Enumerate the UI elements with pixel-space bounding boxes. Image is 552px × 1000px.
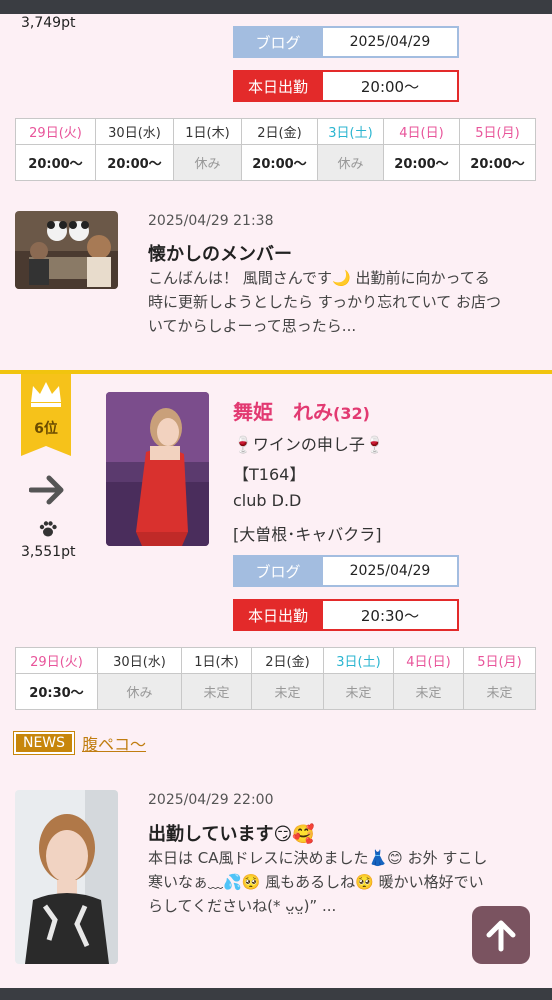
- cast-club: club D.D: [233, 491, 302, 510]
- schedule-day: 29日(火): [15, 118, 96, 145]
- card-divider: [0, 370, 552, 374]
- schedule-time: 20:00〜: [241, 144, 318, 181]
- photo-image: [15, 211, 118, 289]
- cast-photo[interactable]: [106, 392, 209, 546]
- schedule-day: 5日(月): [463, 647, 536, 674]
- blog-pill[interactable]: ブログ 2025/04/29: [233, 555, 459, 587]
- cast-name[interactable]: 舞姫 れみ(32): [233, 396, 370, 425]
- arrow-right-icon: [29, 475, 64, 505]
- paw-icon: [39, 521, 57, 537]
- points-value: 3,749pt: [21, 15, 76, 31]
- cast-age: (32): [333, 404, 370, 423]
- post-title[interactable]: 懐かしのメンバー: [148, 240, 292, 266]
- schedule-time: 休み: [173, 144, 242, 181]
- weekly-schedule: 29日(火) 30日(水) 1日(木) 2日(金) 3日(土) 4日(日) 5日…: [15, 647, 536, 710]
- schedule-day: 5日(月): [459, 118, 536, 145]
- schedule-time: 休み: [317, 144, 384, 181]
- schedule-day: 29日(火): [15, 647, 98, 674]
- post-excerpt-line: こんばんは！ 風間さんです🌙 出勤前に向かってる: [148, 269, 490, 287]
- photo-image: [106, 392, 209, 546]
- cast-name-text: 舞姫 れみ: [233, 400, 333, 424]
- post-excerpt-line: 時に更新しようとしたら すっかり忘れていて お店つ: [148, 293, 502, 311]
- schedule-day: 2日(金): [241, 118, 318, 145]
- arrow-up-icon: [486, 920, 516, 952]
- schedule-time: 未定: [251, 673, 324, 710]
- post-excerpt-line: 寒いなぁ﹏💦🥺 風もあるしね🥺 暖かい格好でい: [148, 873, 484, 891]
- post-date: 2025/04/29 21:38: [148, 213, 274, 229]
- work-today-time: 20:30〜: [323, 599, 459, 631]
- schedule-day: 4日(日): [383, 118, 460, 145]
- schedule-day: 3日(土): [317, 118, 384, 145]
- weekly-schedule: 29日(火) 30日(水) 1日(木) 2日(金) 3日(土) 4日(日) 5日…: [15, 118, 536, 181]
- post-excerpt: こんばんは！ 風間さんです🌙 出勤前に向かってる 時に更新しようとしたら すっか…: [148, 266, 543, 338]
- schedule-day: 4日(日): [393, 647, 464, 674]
- blog-label: ブログ: [233, 26, 323, 58]
- post-excerpt-line: いてからしよーって思ったら...: [148, 317, 357, 335]
- schedule-time: 20:00〜: [15, 144, 96, 181]
- blog-post-thumbnail[interactable]: [15, 211, 118, 289]
- rank-number: 6位: [34, 421, 58, 437]
- work-today-label: 本日出勤: [233, 70, 323, 102]
- blog-date: 2025/04/29: [323, 555, 459, 587]
- schedule-day: 30日(水): [95, 118, 174, 145]
- blog-label: ブログ: [233, 555, 323, 587]
- schedule-time: 20:00〜: [459, 144, 536, 181]
- news-badge: NEWS: [13, 731, 75, 755]
- schedule-time: 休み: [97, 673, 182, 710]
- photo-image: [15, 790, 118, 964]
- schedule-time: 未定: [463, 673, 536, 710]
- schedule-time: 未定: [181, 673, 252, 710]
- schedule-time: 未定: [323, 673, 394, 710]
- post-date: 2025/04/29 22:00: [148, 792, 274, 808]
- badge-notch: [21, 446, 71, 456]
- post-excerpt-line: 本日は CA風ドレスに決めました👗😊 お外 すこし: [148, 849, 488, 867]
- schedule-time: 20:00〜: [95, 144, 174, 181]
- schedule-time: 20:30〜: [15, 673, 98, 710]
- blog-pill[interactable]: ブログ 2025/04/29: [233, 26, 459, 58]
- post-title[interactable]: 出勤しています😏🥰: [148, 820, 315, 846]
- schedule-day: 30日(水): [97, 647, 182, 674]
- cast-area: [大曽根･キャバクラ]: [233, 525, 382, 544]
- cast-height: 【T164】: [233, 465, 306, 484]
- blog-post-thumbnail[interactable]: [15, 790, 118, 964]
- back-to-top-button[interactable]: [472, 906, 530, 964]
- work-today-time: 20:00〜: [323, 70, 459, 102]
- schedule-time: 未定: [393, 673, 464, 710]
- work-today-pill: 本日出勤 20:00〜: [233, 70, 459, 102]
- schedule-time: 20:00〜: [383, 144, 460, 181]
- schedule-day: 1日(木): [173, 118, 242, 145]
- work-today-label: 本日出勤: [233, 599, 323, 631]
- blog-date: 2025/04/29: [323, 26, 459, 58]
- top-bar: [0, 0, 552, 14]
- schedule-day: 2日(金): [251, 647, 324, 674]
- cast-tagline: 🍷ワインの申し子🍷: [233, 435, 385, 454]
- work-today-pill: 本日出勤 20:30〜: [233, 599, 459, 631]
- points-value: 3,551pt: [21, 544, 76, 560]
- schedule-day: 1日(木): [181, 647, 252, 674]
- schedule-day: 3日(土): [323, 647, 394, 674]
- bottom-bar: [0, 988, 552, 1000]
- news-link[interactable]: 腹ペコ〜: [82, 731, 146, 755]
